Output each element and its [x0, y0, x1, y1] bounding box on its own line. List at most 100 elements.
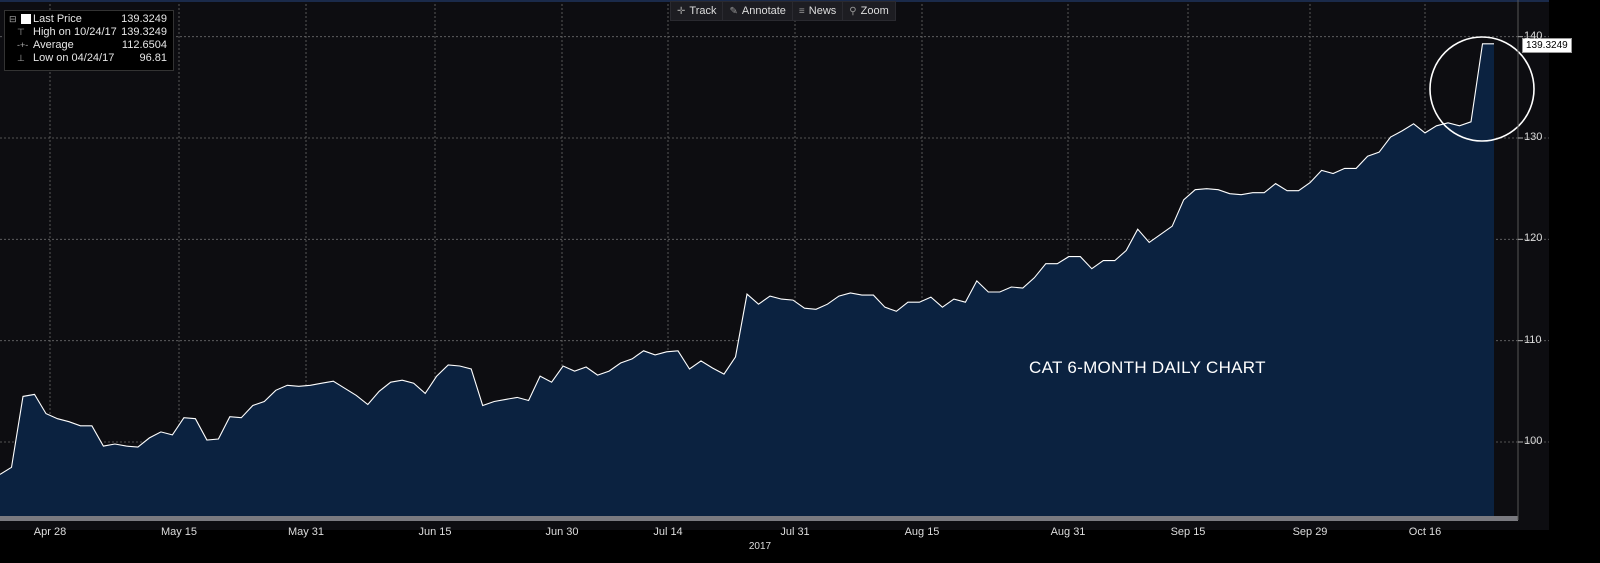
data-point[interactable] [677, 349, 680, 352]
data-point[interactable] [562, 365, 565, 368]
data-point[interactable] [1205, 187, 1208, 190]
data-point[interactable] [1171, 225, 1174, 228]
data-point[interactable] [1378, 151, 1381, 154]
data-point[interactable] [573, 370, 576, 373]
data-point[interactable] [872, 294, 875, 297]
data-point[interactable] [941, 306, 944, 309]
data-point[interactable] [1113, 259, 1116, 262]
data-point[interactable] [1217, 188, 1220, 191]
data-point[interactable] [1412, 122, 1415, 125]
data-point[interactable] [113, 443, 116, 446]
data-point[interactable] [780, 298, 783, 301]
data-point[interactable] [539, 375, 542, 378]
data-point[interactable] [435, 375, 438, 378]
data-point[interactable] [619, 362, 622, 365]
data-point[interactable] [1240, 193, 1243, 196]
x-axis-scrollbar[interactable] [0, 516, 1518, 521]
data-point[interactable] [389, 381, 392, 384]
data-point[interactable] [769, 295, 772, 298]
data-point[interactable] [608, 370, 611, 373]
data-point[interactable] [136, 446, 139, 449]
data-point[interactable] [1286, 189, 1289, 192]
data-point[interactable] [1297, 189, 1300, 192]
data-point[interactable] [1033, 276, 1036, 279]
data-point[interactable] [424, 392, 427, 395]
data-point[interactable] [964, 301, 967, 304]
data-point[interactable] [493, 400, 496, 403]
annotate-button[interactable]: ✎ Annotate [723, 2, 793, 20]
data-point[interactable] [45, 412, 48, 415]
data-point[interactable] [1251, 191, 1254, 194]
data-point[interactable] [1355, 167, 1358, 170]
data-point[interactable] [217, 438, 220, 441]
data-point[interactable] [1194, 188, 1197, 191]
data-point[interactable] [1148, 241, 1151, 244]
data-point[interactable] [401, 379, 404, 382]
data-point[interactable] [33, 393, 36, 396]
legend-average[interactable]: -+- Average 112.6504 [11, 39, 171, 52]
legend-low[interactable]: ⊥ Low on 04/24/17 96.81 [11, 52, 171, 65]
data-point[interactable] [1263, 191, 1266, 194]
data-point[interactable] [1079, 255, 1082, 258]
data-point[interactable] [355, 394, 358, 397]
data-point[interactable] [297, 385, 300, 388]
data-point[interactable] [631, 357, 634, 360]
legend-last-price[interactable]: ⊟ Last Price 139.3249 [9, 13, 171, 26]
data-point[interactable] [700, 359, 703, 362]
data-point[interactable] [757, 303, 760, 306]
data-point[interactable] [79, 424, 82, 427]
data-point[interactable] [929, 296, 932, 299]
data-point[interactable] [412, 382, 415, 385]
data-point[interactable] [1366, 155, 1369, 158]
data-point[interactable] [481, 404, 484, 407]
price-chart[interactable] [0, 0, 1600, 563]
data-point[interactable] [1481, 42, 1484, 45]
data-point[interactable] [504, 398, 507, 401]
data-point[interactable] [1010, 286, 1013, 289]
data-point[interactable] [1274, 182, 1277, 185]
data-point[interactable] [1044, 262, 1047, 265]
data-point[interactable] [458, 365, 461, 368]
data-point[interactable] [1309, 181, 1312, 184]
data-point[interactable] [596, 374, 599, 377]
data-point[interactable] [378, 390, 381, 393]
data-point[interactable] [1159, 233, 1162, 236]
data-point[interactable] [527, 399, 530, 402]
data-point[interactable] [320, 382, 323, 385]
data-point[interactable] [688, 368, 691, 371]
data-point[interactable] [1458, 124, 1461, 127]
data-point[interactable] [1435, 124, 1438, 127]
data-point[interactable] [1320, 169, 1323, 172]
chart-annotation-text[interactable]: CAT 6-MONTH DAILY CHART [1029, 358, 1266, 378]
data-point[interactable] [803, 307, 806, 310]
data-point[interactable] [1125, 249, 1128, 252]
data-point[interactable] [148, 436, 151, 439]
data-point[interactable] [205, 439, 208, 442]
data-point[interactable] [1424, 131, 1427, 134]
data-point[interactable] [1021, 287, 1024, 290]
data-point[interactable] [228, 415, 231, 418]
data-point[interactable] [22, 395, 25, 398]
data-point[interactable] [849, 292, 852, 295]
data-point[interactable] [998, 291, 1001, 294]
data-point[interactable] [734, 355, 737, 358]
data-point[interactable] [240, 416, 243, 419]
data-point[interactable] [585, 366, 588, 369]
data-point[interactable] [975, 279, 978, 282]
data-point[interactable] [90, 424, 93, 427]
data-point[interactable] [906, 301, 909, 304]
data-point[interactable] [711, 367, 714, 370]
data-point[interactable] [1401, 129, 1404, 132]
data-point[interactable] [654, 353, 657, 356]
data-point[interactable] [1389, 136, 1392, 139]
data-point[interactable] [1228, 192, 1231, 195]
track-button[interactable]: ✛ Track [671, 2, 724, 20]
data-point[interactable] [1332, 172, 1335, 175]
data-point[interactable] [1090, 267, 1093, 270]
data-point[interactable] [1493, 42, 1496, 45]
data-point[interactable] [642, 349, 645, 352]
data-point[interactable] [56, 417, 59, 420]
data-point[interactable] [1343, 167, 1346, 170]
data-point[interactable] [343, 387, 346, 390]
zoom-button[interactable]: ⚲ Zoom [843, 2, 894, 20]
